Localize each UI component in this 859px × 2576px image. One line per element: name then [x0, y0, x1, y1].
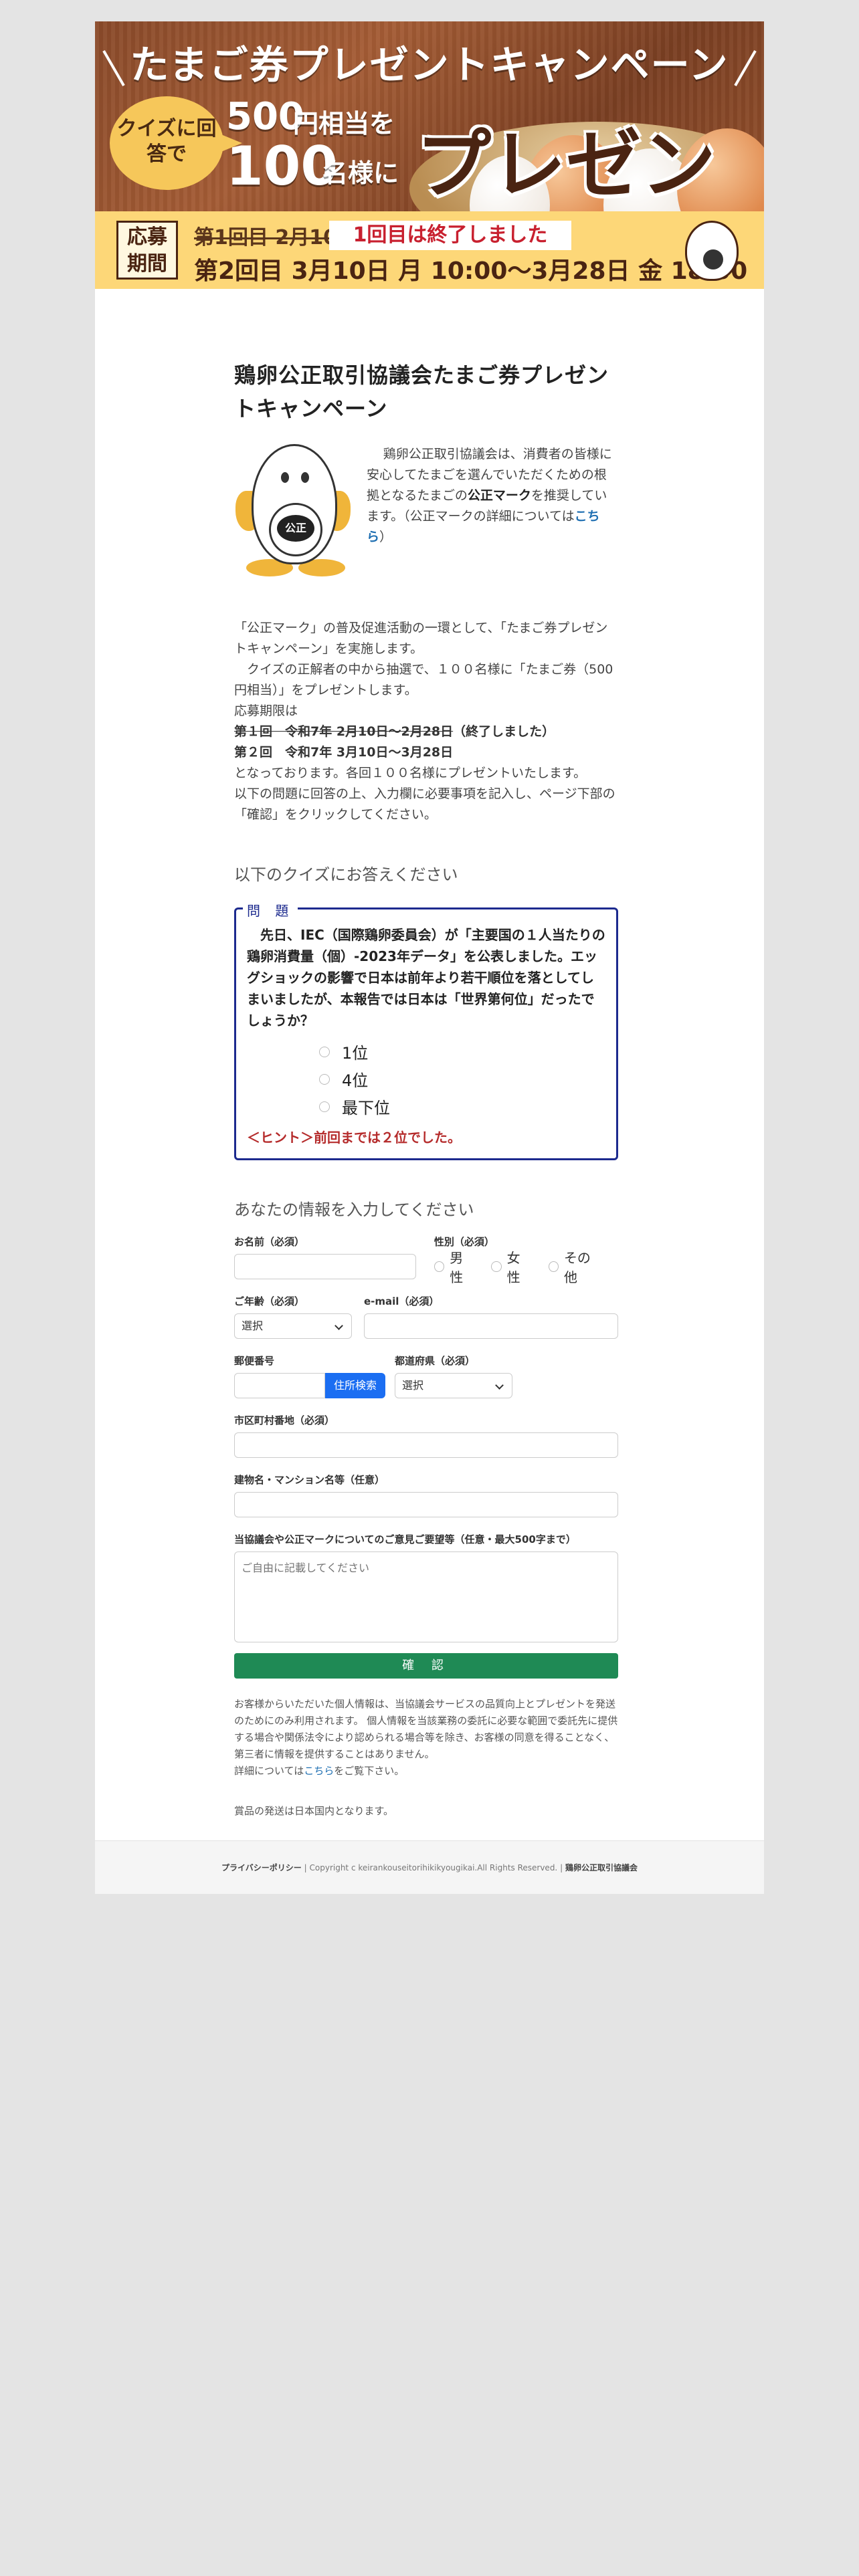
prefecture-select[interactable]: 選択	[395, 1373, 512, 1398]
desc-line: 応募期限は	[234, 704, 298, 718]
campaign-title: たまご券プレゼントキャンペーン	[130, 42, 729, 88]
campaign-banner: たまご券プレゼントキャンペーン クイズに回答で 500 円相当を 100 名様に…	[95, 21, 764, 289]
gender-option-label: 女性	[506, 1250, 520, 1285]
radio-button[interactable]	[319, 1073, 330, 1085]
quiz-option-3[interactable]: 最下位	[319, 1093, 605, 1120]
period-label: 応募期間	[116, 221, 178, 280]
page-container: たまご券プレゼントキャンペーン クイズに回答で 500 円相当を 100 名様に…	[95, 21, 764, 1894]
zip-label: 郵便番号	[234, 1355, 275, 1367]
desc-line: となっております。各回１００名様にプレゼントいたします。	[234, 766, 587, 780]
intro-text-part: ）	[379, 530, 393, 544]
period-bar: 応募期間 第1回目 2月10日 〜2月28日 金 18:00 1回目は終了しまし…	[95, 211, 764, 289]
period-1-ended-note: （終了しました）	[453, 724, 555, 739]
confirm-button[interactable]: 確 認	[234, 1653, 618, 1679]
intro-section: 公正 鶏卵公正取引協議会は、消費者の皆様に安心してたまごを選んでいただくための根…	[234, 444, 618, 578]
quiz-box: 問 題 先日、IEC（国際鶏卵委員会）が「主要国の１人当たりの鶏卵消費量（個）-…	[234, 900, 618, 1160]
gender-radio-female[interactable]	[491, 1261, 502, 1272]
zip-input[interactable]	[234, 1373, 325, 1398]
quiz-option-label: 4位	[342, 1071, 369, 1090]
prize-amount-unit: 円相当を	[293, 109, 395, 138]
radio-button[interactable]	[319, 1101, 330, 1112]
fair-mark-seal-text: 公正	[277, 515, 314, 542]
quiz-option-2[interactable]: 4位	[319, 1065, 605, 1093]
gender-label: 性別（必須）	[434, 1236, 494, 1248]
opinion-textarea[interactable]	[234, 1551, 618, 1642]
privacy-text: お客様からいただいた個人情報は、当協議会サービスの品質向上とプレゼントを発送のた…	[234, 1698, 618, 1760]
quiz-option-label: 1位	[342, 1044, 369, 1063]
city-label: 市区町村番地（必須）	[234, 1414, 335, 1426]
building-input[interactable]	[234, 1492, 618, 1517]
campaign-description: 「公正マーク」の普及促進活動の一環として、「たまご券プレゼントキャンペーン」を実…	[234, 618, 618, 825]
gender-radio-group: 男性 女性 その他	[434, 1250, 618, 1285]
quiz-badge: クイズに回答で	[110, 96, 242, 190]
opinion-label: 当協議会や公正マークについてのご意見ご要望等（任意・最大500字まで）	[234, 1533, 576, 1545]
period-1-ended: 1回目は終了しました	[329, 221, 571, 250]
address-search-button[interactable]: 住所検索	[325, 1373, 385, 1398]
quiz-option-1[interactable]: 1位	[319, 1038, 605, 1065]
name-input[interactable]	[234, 1254, 416, 1279]
email-label: e-mail（必須）	[364, 1295, 440, 1307]
age-label: ご年齢（必須）	[234, 1295, 305, 1307]
radio-button[interactable]	[319, 1046, 330, 1057]
quiz-options: 1位 4位 最下位	[247, 1038, 605, 1120]
gender-option-label: 男性	[450, 1250, 464, 1285]
main-content: 鶏卵公正取引協議会たまご券プレゼントキャンペーン 公正 鶏卵公正取引協議会は、消…	[95, 289, 764, 1818]
building-label: 建物名・マンション名等（任意）	[234, 1474, 385, 1486]
desc-line: 「公正マーク」の普及促進活動の一環として、「たまご券プレゼントキャンペーン」を実…	[234, 621, 608, 656]
period-2-text: 第２回 令和7年 3月10日～3月28日	[234, 745, 454, 760]
gender-radio-male[interactable]	[434, 1261, 445, 1272]
egg-mascot-icon: 公正	[234, 444, 352, 578]
city-input[interactable]	[234, 1432, 618, 1458]
prefecture-label: 都道府県（必須）	[395, 1355, 476, 1367]
footer: プライバシーポリシー | Copyright c keirankouseitor…	[95, 1840, 764, 1894]
mascot-eye	[281, 472, 289, 483]
age-select[interactable]: 選択	[234, 1313, 352, 1339]
privacy-policy-link[interactable]: プライバシーポリシー	[221, 1863, 302, 1872]
desc-line: クイズの正解者の中から抽選で、１００名様に「たまご券（500円相当）」をプレゼン…	[234, 662, 613, 697]
form-heading: あなたの情報を入力してください	[234, 1200, 474, 1219]
quiz-question: 先日、IEC（国際鶏卵委員会）が「主要国の１人当たりの鶏卵消費量（個）-2023…	[247, 927, 605, 1029]
mascot-small-icon	[685, 221, 739, 281]
intro-text: 鶏卵公正取引協議会は、消費者の皆様に安心してたまごを選んでいただくための根拠とな…	[367, 444, 617, 548]
quiz-legend: 問 題	[243, 900, 298, 920]
shipping-note: 賞品の発送は日本国内となります。	[234, 1805, 394, 1817]
privacy-notice: お客様からいただいた個人情報は、当協議会サービスの品質向上とプレゼントを発送のた…	[234, 1696, 618, 1780]
page-title: 鶏卵公正取引協議会たまご券プレゼントキャンペーン	[234, 362, 609, 421]
desc-line: 以下の問題に回答の上、入力欄に必要事項を記入し、ページ下部の「確認」をクリックし…	[234, 786, 615, 822]
gender-radio-other[interactable]	[548, 1261, 559, 1272]
quiz-heading: 以下のクイズにお答えください	[234, 865, 458, 884]
copyright-text: | Copyright c keirankouseitorihikikyougi…	[304, 1863, 563, 1872]
footer-org-link[interactable]: 鶏卵公正取引協議会	[565, 1863, 638, 1872]
gender-option-label: その他	[563, 1250, 591, 1285]
privacy-detail-link[interactable]: こちら	[304, 1765, 334, 1777]
name-label: お名前（必須）	[234, 1236, 305, 1248]
quiz-hint: ＜ヒント＞前回までは２位でした。	[247, 1130, 461, 1146]
mascot-eye	[301, 472, 309, 483]
entry-form: あなたの情報を入力してください お名前（必須） 性別（必須） 男性 女性 その他	[234, 1196, 618, 1818]
quiz-option-label: 最下位	[342, 1099, 390, 1117]
email-input[interactable]	[364, 1313, 618, 1339]
privacy-text: をご覧下さい。	[334, 1765, 405, 1777]
winner-count: 100	[226, 135, 338, 197]
privacy-text: 詳細については	[234, 1765, 304, 1777]
period-1-strike: 第１回 令和7年 2月10日～2月28日	[234, 724, 454, 739]
quiz-badge-text: クイズに回答で	[116, 117, 217, 166]
period-2: 第2回目 3月10日 月 10:00〜3月28日 金 18:00	[194, 257, 748, 285]
fair-mark-bold: 公正マーク	[467, 488, 531, 503]
winner-count-unit: 名様に	[322, 158, 399, 188]
